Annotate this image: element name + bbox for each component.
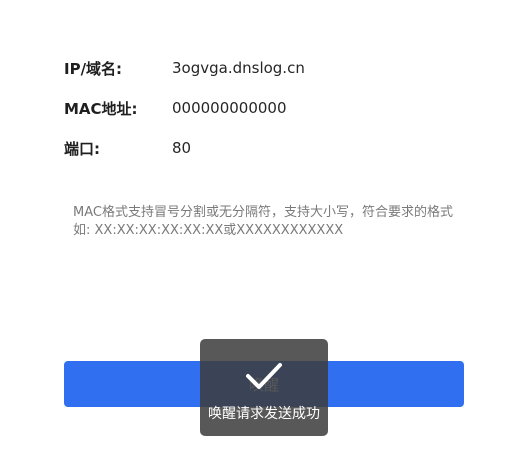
toast-message: 唤醒请求发送成功 — [208, 406, 320, 422]
success-toast: 唤醒请求发送成功 — [200, 339, 328, 436]
ip-row: IP/域名: 3ogvga.dnslog.cn — [64, 56, 305, 80]
port-row: 端口: 80 — [64, 136, 191, 160]
ip-value: 3ogvga.dnslog.cn — [172, 59, 305, 77]
mac-format-hint: MAC格式支持冒号分割或无分隔符，支持大小写，符合要求的格式如: XX:XX:X… — [73, 205, 453, 238]
ip-label: IP/域名: — [64, 59, 123, 78]
mac-row: MAC地址: 000000000000 — [64, 96, 287, 120]
port-label: 端口: — [64, 139, 100, 158]
port-value: 80 — [172, 139, 192, 157]
mac-label: MAC地址: — [64, 99, 138, 118]
checkmark-icon — [246, 363, 282, 389]
mac-value: 000000000000 — [172, 99, 287, 117]
